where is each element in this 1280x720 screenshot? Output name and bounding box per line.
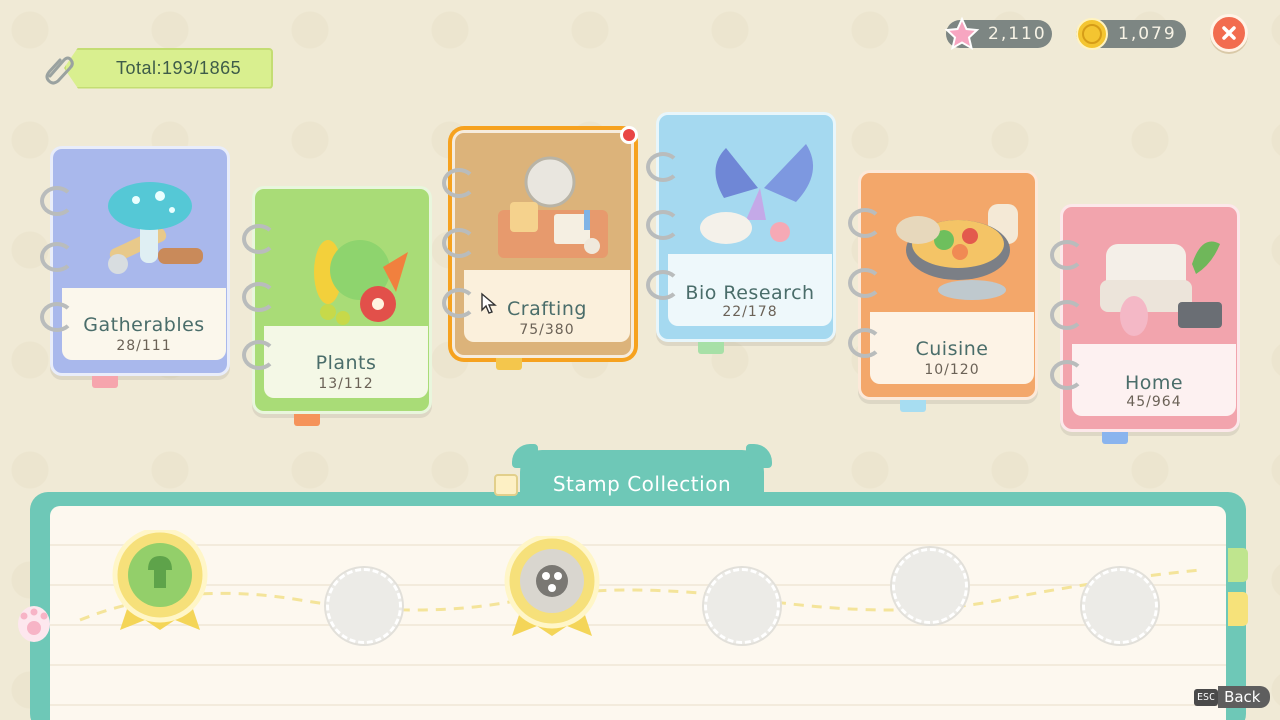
stamp-slot-empty[interactable]	[704, 568, 780, 644]
book-cuisine[interactable]: Cuisine 10/120	[848, 170, 1038, 412]
ring	[646, 210, 680, 240]
ring	[1050, 360, 1084, 390]
mushroom-icon	[108, 182, 203, 274]
star-icon	[944, 16, 980, 51]
book-plants[interactable]: Plants 13/112	[242, 186, 432, 426]
panel-side-tab-green[interactable]	[1228, 548, 1248, 582]
back-button[interactable]: ESC Back	[1194, 686, 1271, 708]
stamp-slot-empty[interactable]	[892, 548, 968, 624]
bookmark-tab	[1102, 432, 1128, 444]
mouse-cursor-icon	[481, 292, 497, 314]
book-name: Plants	[315, 352, 377, 374]
ring	[848, 328, 882, 358]
dashed-trail	[79, 568, 1201, 622]
ring	[646, 152, 680, 182]
esc-key-icon: ESC	[1194, 688, 1219, 706]
crafting-machine-icon	[498, 156, 608, 258]
total-label: Total:193/1865	[64, 47, 274, 89]
star-count: 2,110	[988, 24, 1047, 44]
stamp-slot-empty[interactable]	[326, 568, 402, 644]
close-button[interactable]	[1210, 14, 1248, 52]
ring	[1050, 300, 1084, 330]
ring	[242, 340, 276, 370]
book-bio-research[interactable]: Bio Research 22/178	[646, 112, 836, 354]
book-name: Cuisine	[915, 338, 989, 360]
book-count: 22/178	[722, 304, 778, 320]
butterfly-icon	[700, 144, 814, 244]
book-gatherables[interactable]: Gatherables 28/111	[40, 146, 230, 388]
stamp-slot-empty[interactable]	[1082, 568, 1158, 644]
ring	[242, 282, 276, 312]
bookmark-tab	[698, 342, 724, 354]
book-count: 45/964	[1126, 394, 1182, 410]
food-bowl-icon	[896, 204, 1018, 300]
book-count: 75/380	[519, 322, 575, 338]
bookmark-tab	[294, 414, 320, 426]
back-label: Back	[1218, 686, 1271, 708]
ring	[646, 270, 680, 300]
total-counter: Total:193/1865	[40, 46, 274, 90]
book-name: Gatherables	[83, 314, 205, 336]
coin-count: 1,079	[1118, 24, 1177, 44]
ring	[40, 302, 74, 332]
ring	[442, 168, 476, 198]
book-name: Home	[1124, 372, 1184, 394]
bookmark-tab	[496, 358, 522, 370]
vegetables-icon	[314, 240, 408, 325]
furniture-icon	[1100, 241, 1222, 336]
close-icon	[1222, 26, 1236, 40]
ring	[442, 288, 476, 318]
ring	[40, 186, 74, 216]
star-currency: 2,110	[944, 16, 1052, 51]
book-crafting[interactable]: Crafting 75/380	[442, 126, 638, 370]
panel-side-tab-yellow[interactable]	[1228, 592, 1248, 626]
book-name: Bio Research	[685, 282, 815, 304]
book-home[interactable]: Home 45/964	[1050, 204, 1240, 444]
book-count: 28/111	[116, 338, 172, 354]
book-count: 10/120	[924, 362, 980, 378]
coin-currency: 1,079	[1076, 18, 1186, 50]
ring	[40, 242, 74, 272]
ring	[1050, 240, 1084, 270]
paw-icon	[18, 606, 50, 642]
stamp-crafting-earned[interactable]	[502, 536, 602, 636]
coin-icon	[1076, 18, 1108, 50]
stamp-collection-title: Stamp Collection	[552, 472, 732, 496]
ring	[848, 208, 882, 238]
bookmark-tab	[92, 376, 118, 388]
keyboard-key-hint-icon	[494, 474, 518, 496]
stamp-gatherables-earned[interactable]	[110, 530, 210, 630]
bookmark-tab	[900, 400, 926, 412]
ring	[848, 268, 882, 298]
book-count: 13/112	[318, 376, 374, 392]
paperclip-icon	[45, 56, 74, 85]
ring	[442, 228, 476, 258]
ring	[242, 224, 276, 254]
notification-dot	[620, 126, 638, 144]
